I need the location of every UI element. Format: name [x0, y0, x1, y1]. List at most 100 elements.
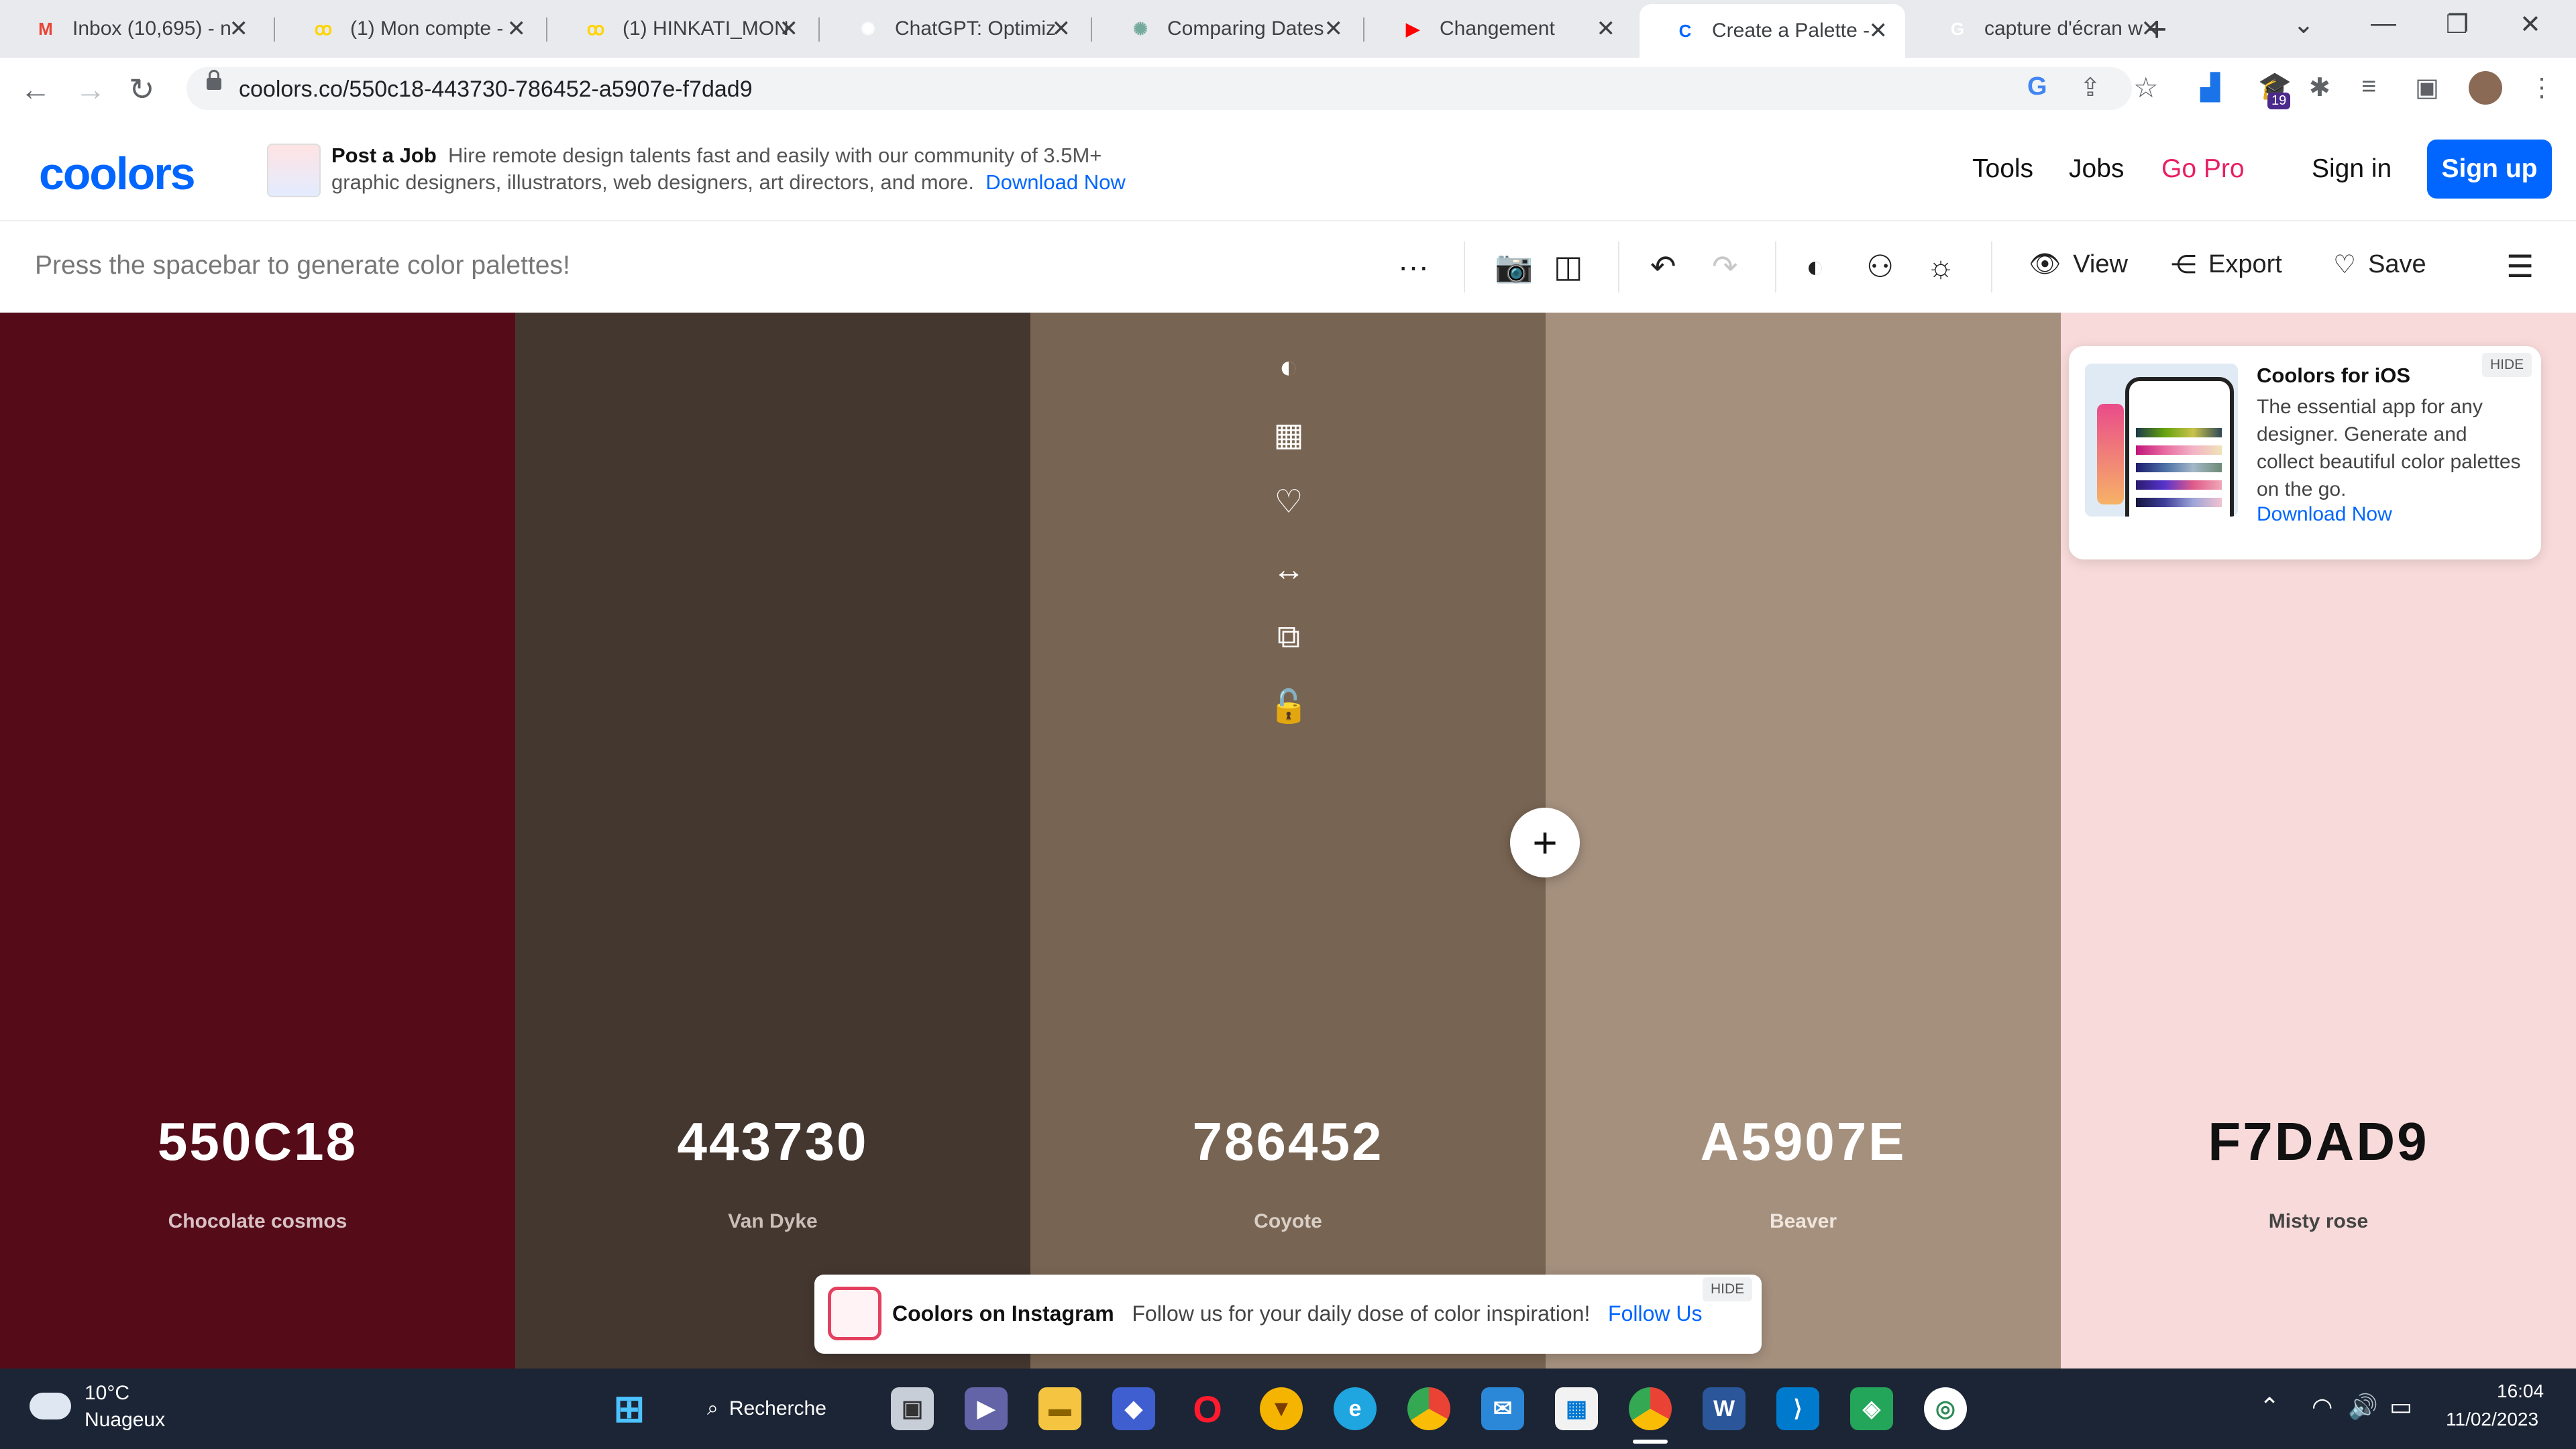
job-ad-line-2[interactable]: graphic designers, illustrators, web des…: [331, 170, 1126, 195]
color-swatch[interactable]: 550C18 Chocolate cosmos: [0, 313, 515, 1368]
close-tab-icon[interactable]: ✕: [780, 15, 799, 42]
add-color-button[interactable]: +: [1510, 808, 1580, 877]
close-tab-icon[interactable]: ✕: [1869, 17, 1888, 44]
swatch-color-name[interactable]: Van Dyke: [515, 1210, 1030, 1233]
ios-download-link[interactable]: Download Now: [2257, 503, 2392, 526]
ios-hide-button[interactable]: HIDE: [2482, 353, 2532, 377]
close-tab-icon[interactable]: ✕: [1052, 15, 1071, 42]
vscode-icon[interactable]: ⟩: [1776, 1387, 1819, 1430]
chrome-profile-icon[interactable]: [1629, 1387, 1672, 1430]
export-button[interactable]: ⋲ Export: [2171, 250, 2282, 280]
task-view-icon[interactable]: ▣: [891, 1387, 934, 1430]
browser-tab[interactable]: ꝏ (1) Mon compte - ✕: [278, 4, 543, 54]
close-window-button[interactable]: ✕: [2520, 9, 2541, 40]
favorite-heart-icon[interactable]: ♡: [1256, 483, 1321, 521]
job-ad-thumbnail[interactable]: [267, 144, 321, 197]
copy-icon[interactable]: ⧉: [1256, 619, 1321, 656]
ios-promo-card[interactable]: Coolors for iOS The essential app for an…: [2069, 346, 2541, 559]
new-tab-button[interactable]: +: [2147, 9, 2167, 50]
nav-go-pro[interactable]: Go Pro: [2161, 154, 2245, 184]
copilot-app-icon[interactable]: ◆: [1112, 1387, 1155, 1430]
coolors-logo[interactable]: coolors: [39, 148, 196, 200]
instagram-promo-banner[interactable]: Coolors on Instagram Follow us for your …: [814, 1275, 1762, 1354]
redo-icon[interactable]: ↷: [1712, 248, 1738, 284]
more-options-icon[interactable]: ···: [1398, 248, 1429, 284]
tray-overflow-chevron-icon[interactable]: ⌃: [2259, 1393, 2279, 1421]
browser-tab[interactable]: M Inbox (10,695) - n ✕: [0, 4, 266, 54]
swatch-color-name[interactable]: Coyote: [1030, 1210, 1546, 1233]
job-ad-download-link[interactable]: Download Now: [985, 170, 1126, 194]
sign-in-link[interactable]: Sign in: [2312, 154, 2392, 184]
minimize-button[interactable]: —: [2371, 9, 2396, 38]
brave-icon[interactable]: ▼: [1260, 1387, 1303, 1430]
camera-icon[interactable]: 📷: [1495, 248, 1533, 285]
swatch-hex-code[interactable]: 550C18: [0, 1111, 515, 1173]
browser-tab[interactable]: ✺ Comparing Dates ✕: [1095, 4, 1360, 54]
taskbar-time[interactable]: 16:04: [2497, 1381, 2544, 1402]
browser-tab[interactable]: ▶ Changement ✕: [1367, 4, 1633, 54]
swatch-color-name[interactable]: Misty rose: [2061, 1210, 2576, 1233]
remove-color-icon[interactable]: ✕: [1256, 282, 1321, 319]
save-button[interactable]: ♡ Save: [2333, 250, 2426, 280]
job-ad-line-1[interactable]: Post a Job Hire remote design talents fa…: [331, 144, 1102, 168]
brightness-icon[interactable]: ☼: [1927, 248, 1955, 284]
browser-tab[interactable]: Gcapture d'écran w ✕: [1912, 4, 2178, 54]
file-explorer-icon[interactable]: ▬: [1038, 1387, 1081, 1430]
side-panel-icon[interactable]: ▣: [2415, 72, 2439, 103]
edge-icon[interactable]: e: [1334, 1387, 1377, 1430]
profile-avatar[interactable]: [2469, 71, 2502, 105]
share-icon[interactable]: ⇪: [2080, 72, 2101, 103]
windows-start-icon[interactable]: ⊞: [608, 1387, 651, 1430]
close-tab-icon[interactable]: ✕: [507, 15, 527, 42]
restore-button[interactable]: ❐: [2446, 9, 2469, 40]
instagram-follow-link[interactable]: Follow Us: [1608, 1301, 1702, 1326]
volume-icon[interactable]: 🔊: [2348, 1393, 2378, 1421]
swatch-hex-code[interactable]: A5907E: [1546, 1111, 2061, 1173]
taskbar-search[interactable]: ⌕ Recherche: [684, 1383, 848, 1434]
battery-icon[interactable]: ▭: [2390, 1393, 2412, 1421]
back-arrow-icon[interactable]: ←: [20, 71, 51, 107]
color-swatch[interactable]: 443730 Van Dyke: [515, 313, 1030, 1368]
glasses-icon[interactable]: ⚇: [1866, 248, 1894, 284]
tab-search-chevron-icon[interactable]: ⌄: [2293, 9, 2314, 40]
sync-app-icon[interactable]: ◎: [1924, 1387, 1967, 1430]
contrast-icon[interactable]: ◐: [1806, 248, 1825, 284]
color-swatch[interactable]: 786452 Coyote: [1030, 313, 1546, 1368]
browser-tab[interactable]: ꝏ (1) HINKATI_MON ✕: [550, 4, 816, 54]
swatch-color-name[interactable]: Chocolate cosmos: [0, 1210, 515, 1233]
bookmark-star-icon[interactable]: ☆: [2133, 71, 2159, 104]
cloud-weather-icon[interactable]: [30, 1393, 71, 1419]
sign-up-button[interactable]: Sign up: [2427, 140, 2552, 199]
close-tab-icon[interactable]: ✕: [1597, 15, 1616, 42]
swatch-color-name[interactable]: Beaver: [1546, 1210, 2061, 1233]
close-tab-icon[interactable]: ✕: [229, 15, 249, 42]
weather-temperature[interactable]: 10°C: [85, 1382, 129, 1405]
browser-menu-icon[interactable]: ⋮: [2529, 72, 2555, 103]
opera-icon[interactable]: O: [1186, 1387, 1229, 1430]
undo-icon[interactable]: ↶: [1650, 248, 1676, 284]
nav-jobs[interactable]: Jobs: [2069, 154, 2124, 184]
drag-arrows-icon[interactable]: ↔: [1256, 551, 1321, 588]
teams-chat-icon[interactable]: ▶: [965, 1387, 1008, 1430]
reading-list-icon[interactable]: ≡: [2361, 72, 2376, 101]
swatch-hex-code[interactable]: F7DAD9: [2061, 1111, 2576, 1173]
reload-icon[interactable]: ↻: [129, 71, 155, 107]
view-button[interactable]: 👁 View: [2029, 250, 2128, 279]
git-tool-icon[interactable]: ◈: [1850, 1387, 1893, 1430]
close-tab-icon[interactable]: ✕: [1324, 15, 1344, 42]
unlock-icon[interactable]: 🔓: [1256, 687, 1321, 725]
browser-tab[interactable]: ✺ ChatGPT: Optimiz ✕: [822, 4, 1088, 54]
view-shades-icon[interactable]: ◐: [1256, 349, 1321, 386]
nav-tools[interactable]: Tools: [1972, 154, 2033, 184]
color-swatch[interactable]: A5907E Beaver: [1546, 313, 2061, 1368]
weather-condition[interactable]: Nuageux: [85, 1409, 165, 1432]
forward-arrow-icon[interactable]: →: [75, 71, 106, 107]
word-icon[interactable]: W: [1703, 1387, 1746, 1430]
store-icon[interactable]: ▦: [1555, 1387, 1598, 1430]
url-text[interactable]: coolors.co/550c18-443730-786452-a5907e-f…: [239, 76, 753, 103]
taskbar-date[interactable]: 11/02/2023: [2446, 1409, 2538, 1430]
chrome-icon[interactable]: [1407, 1387, 1450, 1430]
extensions-puzzle-icon[interactable]: ✱: [2309, 72, 2330, 103]
google-lens-icon[interactable]: G: [2027, 72, 2047, 101]
layout-panel-icon[interactable]: ◫: [1554, 248, 1582, 284]
